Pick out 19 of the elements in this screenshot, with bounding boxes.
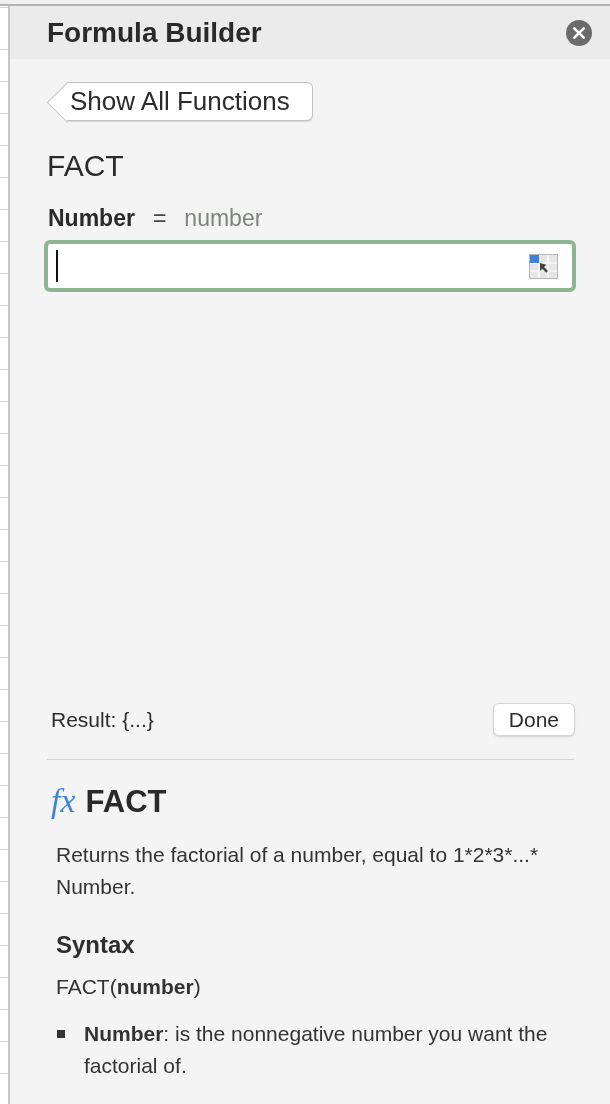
cell-range-icon[interactable] xyxy=(529,253,558,279)
done-button[interactable]: Done xyxy=(492,703,575,736)
text-cursor xyxy=(56,250,58,282)
syntax-text: FACT(number) xyxy=(56,974,202,1000)
back-button[interactable]: Show All Functions xyxy=(47,82,313,121)
help-description: Returns the factorial of a number, equal to 1*2*3*...* Number. xyxy=(56,842,540,900)
argument-name: Number xyxy=(48,204,135,232)
input-field[interactable] xyxy=(44,240,576,292)
argument-type-hint: number xyxy=(184,204,263,232)
equals-sign: = xyxy=(152,204,167,232)
function-name: FACT xyxy=(47,149,125,183)
function-icon: fx xyxy=(51,782,76,820)
bullet-icon xyxy=(57,1030,65,1038)
argument-description: Number: is the nonnegative number you want the factorial of. xyxy=(84,1021,549,1079)
panel-title: Formula Builder xyxy=(47,15,262,50)
help-title: FACT xyxy=(85,783,167,821)
syntax-heading: Syntax xyxy=(56,930,136,960)
close-icon[interactable] xyxy=(566,19,592,46)
result-text: Result: {...} xyxy=(51,707,154,732)
